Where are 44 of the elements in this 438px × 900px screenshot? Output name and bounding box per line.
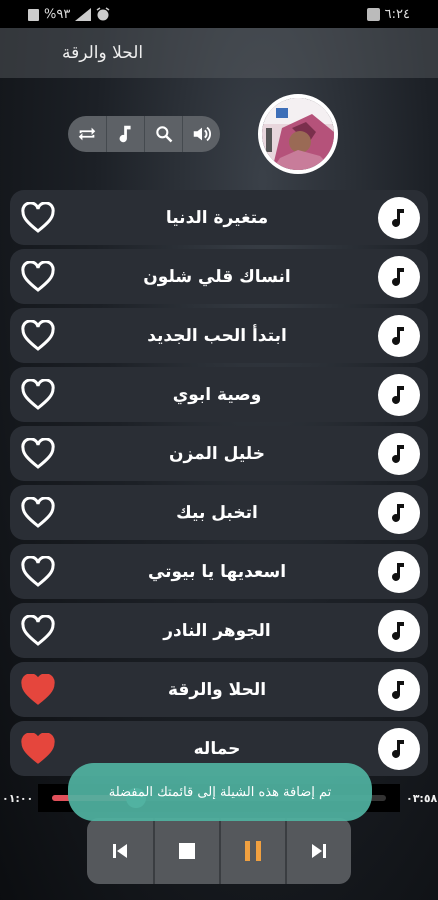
stop-icon [179,843,195,859]
signal-icon [75,8,92,20]
song-row[interactable]: اسعديها يا بيوتي [10,544,428,599]
song-title: اتخبل بيك [175,502,259,522]
song-row[interactable]: اتخبل بيك [10,485,428,540]
song-title: انساك قلي شلون [142,266,292,286]
previous-icon [111,842,129,860]
play-song-button[interactable] [378,256,420,298]
elapsed-time: ٠١:٠٠ [2,792,32,804]
play-song-button[interactable] [378,728,420,770]
clock: ٦:٢٤ [384,6,410,22]
battery-percent: %٩٣ [44,6,70,22]
song-title: اسعديها يا بيوتي [146,562,288,582]
notification-icon [366,8,380,20]
battery-icon [28,8,39,20]
next-icon [310,842,328,860]
song-title: خليل المزن [168,444,266,464]
song-row[interactable]: انساك قلي شلون [10,249,428,304]
play-song-button[interactable] [378,374,420,416]
play-song-button[interactable] [378,314,420,356]
song-title: متغيرة الدنيا [164,208,270,228]
song-title: حماله [192,738,242,758]
play-song-button[interactable] [378,610,420,652]
alarm-icon [96,7,110,21]
pause-icon [245,841,261,861]
song-row[interactable]: وصية ابوي [10,367,428,422]
search-icon [154,124,174,144]
play-song-button[interactable] [378,550,420,592]
play-song-button[interactable] [378,196,420,238]
song-row[interactable]: الجوهر النادر [10,603,428,658]
song-row[interactable]: متغيرة الدنيا [10,190,428,245]
song-row[interactable]: الحلا والرقة [10,662,428,717]
play-song-button[interactable] [378,492,420,534]
play-song-button[interactable] [378,668,420,710]
play-song-button[interactable] [378,432,420,474]
duration: ٠٣:٥٨ [406,792,436,804]
app-title: الحلا والرقة [62,43,144,63]
song-title: الجوهر النادر [162,620,272,640]
song-row[interactable]: خليل المزن [10,426,428,481]
favorite-toast: تم إضافة هذه الشيلة إلى قائمتك المفضلة [68,763,372,821]
song-title: وصية ابوي [172,384,262,404]
song-row[interactable]: ابتدأ الحب الجديد [10,308,428,363]
song-title: الحلا والرقة [166,680,268,700]
song-title: ابتدأ الحب الجديد [146,326,288,346]
